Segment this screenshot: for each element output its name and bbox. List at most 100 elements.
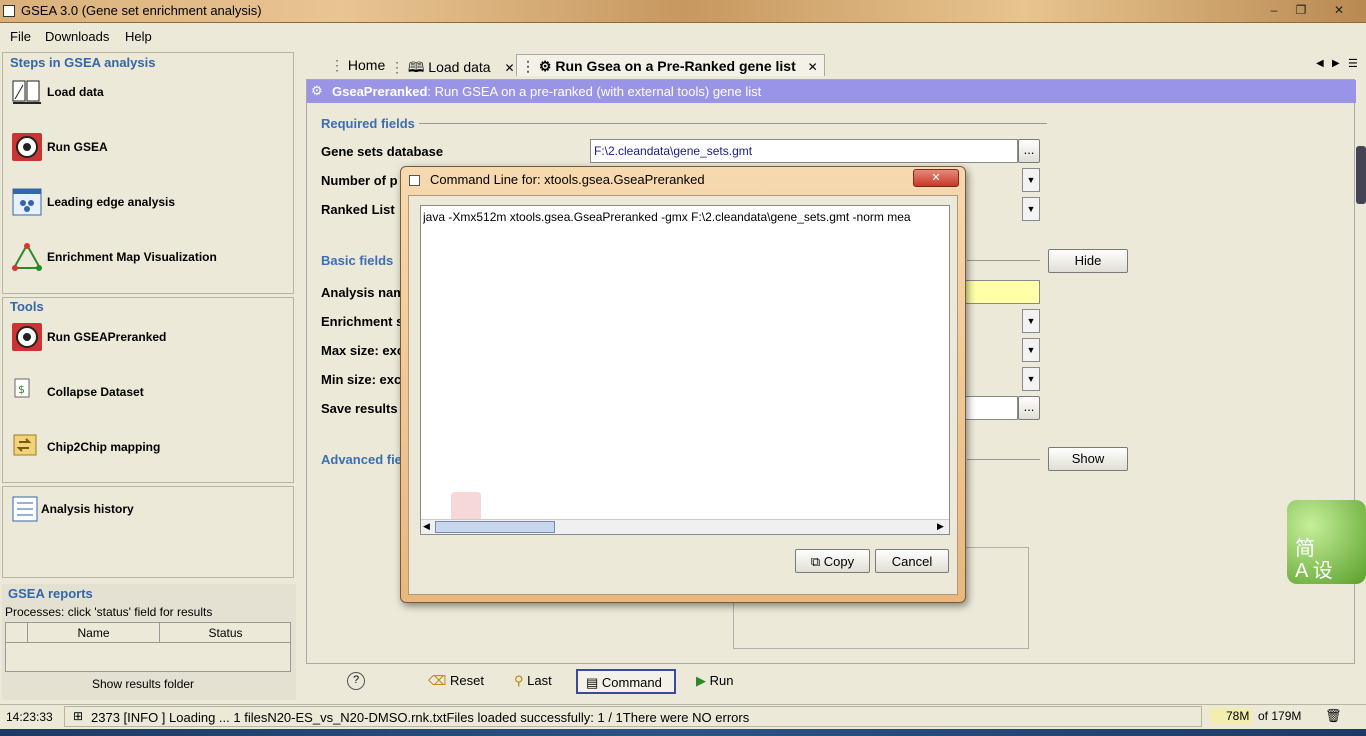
run-label: Run: [709, 673, 734, 688]
close-button[interactable]: ✕: [1327, 1, 1351, 19]
cancel-button[interactable]: Cancel: [875, 549, 949, 573]
search-icon: [451, 492, 481, 522]
copy-label: Copy: [823, 554, 855, 569]
scrollbar-thumb[interactable]: [435, 521, 555, 533]
col-name-header[interactable]: Name: [28, 623, 160, 643]
nav-run-gseapreranked[interactable]: Run GSEAPreranked: [9, 318, 289, 358]
terminal-icon: ▤: [586, 675, 602, 690]
command-button[interactable]: ▤ Command: [576, 669, 676, 694]
divider: [419, 123, 1047, 124]
tab-close-icon[interactable]: ✕: [504, 61, 514, 75]
nav-load-data[interactable]: Load data: [9, 73, 289, 113]
tab-scroll-left-icon[interactable]: ◀: [1316, 58, 1324, 69]
banner-title: GseaPreranked: [332, 84, 428, 99]
copy-button[interactable]: ⧉ Copy: [795, 549, 870, 573]
analysis-name-label: Analysis nam: [321, 285, 405, 300]
required-fields-title: Required fields: [321, 116, 415, 131]
os-taskbar: [0, 729, 1366, 736]
command-label: Command: [601, 675, 662, 690]
nav-run-gsea[interactable]: Run GSEA: [9, 128, 289, 168]
menu-help[interactable]: Help: [125, 29, 152, 44]
play-icon: ▶: [696, 673, 710, 688]
floating-widget[interactable]: 简 A 设: [1287, 500, 1366, 584]
chevron-down-icon[interactable]: ▼: [1022, 197, 1040, 221]
tab-label: Load data: [428, 59, 491, 75]
tab-load-data[interactable]: ⋮ 🕮 Load data ✕: [390, 54, 515, 76]
chevron-down-icon[interactable]: ▼: [1022, 367, 1040, 391]
status-time: 14:23:33: [6, 710, 53, 724]
gene-sets-field[interactable]: F:\2.cleandata\gene_sets.gmt: [590, 139, 1018, 163]
menu-file[interactable]: File: [10, 29, 31, 44]
save-results-browse-button[interactable]: ...: [1018, 396, 1040, 420]
tool-banner: ⚙ GseaPreranked: Run GSEA on a pre-ranke…: [307, 80, 1356, 103]
menu-bar: File Downloads Help: [0, 24, 1366, 48]
run-button[interactable]: ▶ Run: [696, 669, 733, 694]
tab-list-icon[interactable]: ☰: [1348, 57, 1358, 70]
tab-scroll-right-icon[interactable]: ▶: [1332, 58, 1340, 69]
chevron-down-icon[interactable]: ▼: [1022, 338, 1040, 362]
ranked-list-label: Ranked List: [321, 202, 395, 217]
wand-icon: ⚲: [514, 673, 528, 688]
status-bar: 14:23:33 ⊞ 2373 [INFO ] Loading ... 1 fi…: [0, 704, 1366, 728]
show-results-folder-button[interactable]: Show results folder: [92, 677, 194, 691]
advanced-fields-title: Advanced fie: [321, 452, 402, 467]
eraser-icon: ⌫: [428, 673, 450, 688]
scroll-right-icon[interactable]: ▶: [937, 521, 944, 532]
analysis-name-field[interactable]: [962, 280, 1040, 304]
gear-icon: ⚙: [311, 83, 323, 98]
gene-sets-browse-button[interactable]: ...: [1018, 139, 1040, 163]
gear-icon: [12, 323, 42, 351]
command-line-dialog: Command Line for: xtools.gsea.GseaPreran…: [400, 166, 966, 603]
steps-panel: Steps in GSEA analysis Load data Run GSE…: [2, 52, 294, 294]
tab-home[interactable]: ⋮ Home: [330, 54, 385, 76]
nav-label: Analysis history: [41, 502, 134, 516]
col-status-header[interactable]: Status: [160, 623, 291, 643]
last-button[interactable]: ⚲ Last: [514, 669, 552, 694]
command-textarea[interactable]: java -Xmx512m xtools.gsea.GseaPreranked …: [420, 205, 950, 535]
scroll-left-icon[interactable]: ◀: [423, 521, 430, 532]
reports-panel: GSEA reports Processes: click 'status' f…: [2, 584, 296, 700]
reports-table: Name Status: [5, 622, 291, 672]
horizontal-scrollbar[interactable]: ◀ ▶: [421, 519, 949, 534]
reset-button[interactable]: ⌫ Reset: [428, 669, 484, 694]
trash-icon[interactable]: 🗑: [1325, 708, 1342, 724]
hide-button[interactable]: Hide: [1048, 249, 1128, 273]
tab-run-preranked[interactable]: ⋮ ⚙ Run Gsea on a Pre-Ranked gene list ✕: [516, 54, 825, 76]
scroll-handle[interactable]: [1356, 146, 1366, 204]
menu-downloads[interactable]: Downloads: [45, 29, 109, 44]
divider: [967, 260, 1040, 261]
maximize-button[interactable]: ❐: [1289, 1, 1313, 19]
help-button[interactable]: ?: [347, 672, 365, 690]
max-size-label: Max size: exc: [321, 343, 405, 358]
nav-label: Collapse Dataset: [47, 385, 144, 399]
tab-bar: ⋮ Home ⋮ 🕮 Load data ✕ ⋮ ⚙ Run Gsea on a…: [300, 52, 1366, 78]
chevron-down-icon[interactable]: ▼: [1022, 309, 1040, 333]
chip-mapping-icon: [13, 434, 37, 456]
nav-leading-edge[interactable]: Leading edge analysis: [9, 183, 289, 223]
num-permutations-label: Number of p: [321, 173, 398, 188]
book-icon: 🕮: [407, 59, 429, 75]
dialog-body: java -Xmx512m xtools.gsea.GseaPreranked …: [408, 195, 958, 595]
copy-icon: ⧉: [810, 554, 824, 569]
nav-chip2chip[interactable]: Chip2Chip mapping: [9, 428, 289, 468]
show-button[interactable]: Show: [1048, 447, 1128, 471]
title-bar: GSEA 3.0 (Gene set enrichment analysis) …: [0, 0, 1366, 23]
minimize-button[interactable]: –: [1262, 1, 1286, 19]
tab-close-icon[interactable]: ✕: [808, 60, 818, 74]
chevron-down-icon[interactable]: ▼: [1022, 168, 1040, 192]
dialog-close-button[interactable]: ✕: [913, 169, 959, 187]
expand-icon[interactable]: ⊞: [73, 709, 83, 723]
tab-label: Home: [347, 57, 386, 73]
triangle-network-icon: [12, 242, 42, 271]
enrichment-stat-label: Enrichment s: [321, 314, 404, 329]
nav-collapse-dataset[interactable]: $ Collapse Dataset: [9, 373, 289, 413]
gene-sets-label: Gene sets database: [321, 144, 444, 159]
nav-analysis-history[interactable]: Analysis history: [7, 490, 287, 530]
divider: [967, 459, 1040, 460]
nav-enrichment-map[interactable]: Enrichment Map Visualization: [9, 238, 289, 278]
tools-panel-title: Tools: [10, 299, 44, 314]
last-label: Last: [527, 673, 552, 688]
save-results-field[interactable]: [962, 396, 1018, 420]
window-icon: [409, 175, 420, 186]
tools-panel: Tools Run GSEAPreranked $ Collapse Datas…: [2, 297, 294, 483]
